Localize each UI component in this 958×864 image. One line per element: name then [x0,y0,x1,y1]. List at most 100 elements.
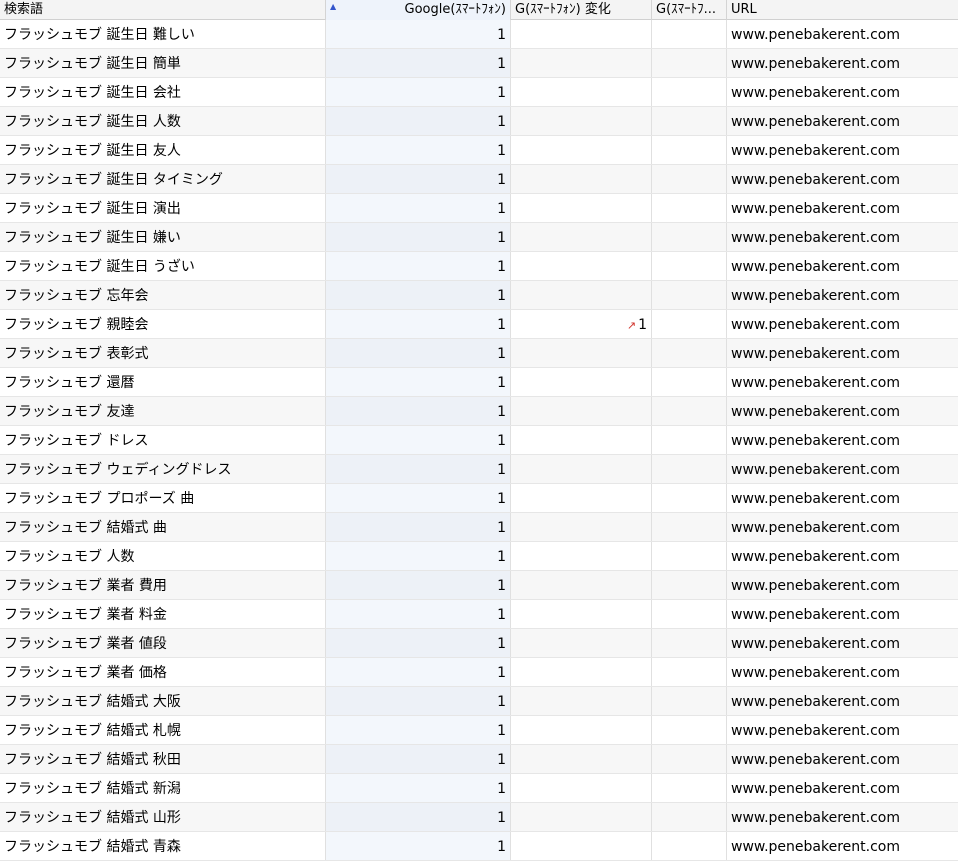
url-cell: www.penebakerent.com [731,114,900,130]
url-cell: www.penebakerent.com [731,433,900,449]
table-row[interactable]: フラッシュモブ 誕生日 難しい 1 www.penebakerent.com [0,20,958,49]
change-cell [511,281,652,309]
table-row[interactable]: フラッシュモブ 誕生日 簡単 1 www.penebakerent.com [0,49,958,78]
url-cell: www.penebakerent.com [731,201,900,217]
term-cell: フラッシュモブ 誕生日 うざい [0,252,326,280]
google-rank-cell: 1 [326,542,511,570]
term-cell: フラッシュモブ 結婚式 山形 [0,803,326,831]
previous-cell [652,571,727,599]
previous-cell [652,629,727,657]
previous-cell [652,165,727,193]
url-cell: www.penebakerent.com [731,462,900,478]
column-header-change[interactable]: G(ｽﾏｰﾄﾌｫﾝ) 変化 [511,0,652,20]
previous-cell [652,49,727,77]
url-cell: www.penebakerent.com [731,839,900,855]
previous-cell [652,368,727,396]
term-cell: フラッシュモブ 還暦 [0,368,326,396]
url-cell: www.penebakerent.com [731,520,900,536]
table-row[interactable]: フラッシュモブ 業者 価格 1 www.penebakerent.com [0,658,958,687]
google-rank-cell: 1 [326,774,511,802]
table-row[interactable]: フラッシュモブ 結婚式 大阪 1 www.penebakerent.com [0,687,958,716]
url-cell: www.penebakerent.com [731,810,900,826]
google-rank-cell: 1 [326,455,511,483]
google-rank-cell: 1 [326,194,511,222]
change-cell [511,252,652,280]
table-row[interactable]: フラッシュモブ 忘年会 1 www.penebakerent.com [0,281,958,310]
table-row[interactable]: フラッシュモブ 人数 1 www.penebakerent.com [0,542,958,571]
table-row[interactable]: フラッシュモブ 結婚式 札幌 1 www.penebakerent.com [0,716,958,745]
change-value: 1 [638,317,647,333]
url-cell: www.penebakerent.com [731,56,900,72]
previous-cell [652,426,727,454]
table-row[interactable]: フラッシュモブ 業者 費用 1 www.penebakerent.com [0,571,958,600]
table-row[interactable]: フラッシュモブ 結婚式 曲 1 www.penebakerent.com [0,513,958,542]
table-row[interactable]: フラッシュモブ 誕生日 会社 1 www.penebakerent.com [0,78,958,107]
term-cell: フラッシュモブ 誕生日 簡単 [0,49,326,77]
previous-cell [652,194,727,222]
table-row[interactable]: フラッシュモブ 結婚式 山形 1 www.penebakerent.com [0,803,958,832]
previous-cell [652,78,727,106]
change-cell [511,78,652,106]
google-rank-cell: 1 [326,484,511,512]
change-cell [511,20,652,48]
change-cell [511,716,652,744]
table-row[interactable]: フラッシュモブ 誕生日 タイミング 1 www.penebakerent.com [0,165,958,194]
previous-cell [652,687,727,715]
url-cell: www.penebakerent.com [731,259,900,275]
table-row[interactable]: フラッシュモブ 誕生日 友人 1 www.penebakerent.com [0,136,958,165]
previous-cell [652,455,727,483]
previous-cell [652,774,727,802]
url-cell: www.penebakerent.com [731,172,900,188]
change-cell [511,513,652,541]
google-rank-cell: 1 [326,658,511,686]
table-row[interactable]: フラッシュモブ 表彰式 1 www.penebakerent.com [0,339,958,368]
url-cell: www.penebakerent.com [731,375,900,391]
url-cell: www.penebakerent.com [731,694,900,710]
change-cell [511,803,652,831]
table-row[interactable]: フラッシュモブ ドレス 1 www.penebakerent.com [0,426,958,455]
table-row[interactable]: フラッシュモブ 誕生日 嫌い 1 www.penebakerent.com [0,223,958,252]
table-body: フラッシュモブ 誕生日 難しい 1 www.penebakerent.com フラッシ… [0,20,958,861]
change-cell [511,658,652,686]
column-header-previous[interactable]: G(ｽﾏｰﾄﾌ... [652,0,727,20]
google-rank-cell: 1 [326,600,511,628]
google-rank-cell: 1 [326,513,511,541]
table-row[interactable]: フラッシュモブ 業者 料金 1 www.penebakerent.com [0,600,958,629]
term-cell: フラッシュモブ 表彰式 [0,339,326,367]
previous-cell [652,339,727,367]
change-cell [511,165,652,193]
table-row[interactable]: フラッシュモブ 誕生日 人数 1 www.penebakerent.com [0,107,958,136]
google-rank-cell: 1 [326,803,511,831]
google-rank-cell: 1 [326,165,511,193]
table-row[interactable]: フラッシュモブ 結婚式 秋田 1 www.penebakerent.com [0,745,958,774]
google-rank-cell: 1 [326,832,511,860]
column-header-google-smartphone[interactable]: ▲ Google(ｽﾏｰﾄﾌｫﾝ) [326,0,511,20]
column-header-url[interactable]: URL [727,0,958,20]
table-row[interactable]: フラッシュモブ 還暦 1 www.penebakerent.com [0,368,958,397]
previous-cell [652,542,727,570]
previous-cell [652,136,727,164]
column-header-google-label: Google(ｽﾏｰﾄﾌｫﾝ) [404,2,507,17]
table-row[interactable]: フラッシュモブ ウェディングドレス 1 www.penebakerent.com [0,455,958,484]
column-header-term[interactable]: 検索語 [0,0,326,20]
table-row[interactable]: フラッシュモブ 誕生日 うざい 1 www.penebakerent.com [0,252,958,281]
previous-cell [652,397,727,425]
table-row[interactable]: フラッシュモブ プロポーズ 曲 1 www.penebakerent.com [0,484,958,513]
change-cell [511,687,652,715]
table-row[interactable]: フラッシュモブ 親睦会 1 ↗ 1 www.penebakerent.com [0,310,958,339]
table-row[interactable]: フラッシュモブ 友達 1 www.penebakerent.com [0,397,958,426]
previous-cell [652,658,727,686]
table-row[interactable]: フラッシュモブ 業者 値段 1 www.penebakerent.com [0,629,958,658]
table-row[interactable]: フラッシュモブ 結婚式 青森 1 www.penebakerent.com [0,832,958,861]
sort-ascending-icon: ▲ [330,2,337,11]
table-row[interactable]: フラッシュモブ 結婚式 新潟 1 www.penebakerent.com [0,774,958,803]
table-row[interactable]: フラッシュモブ 誕生日 演出 1 www.penebakerent.com [0,194,958,223]
google-rank-cell: 1 [326,281,511,309]
google-rank-cell: 1 [326,136,511,164]
term-cell: フラッシュモブ ドレス [0,426,326,454]
term-cell: フラッシュモブ プロポーズ 曲 [0,484,326,512]
url-cell: www.penebakerent.com [731,346,900,362]
google-rank-cell: 1 [326,426,511,454]
google-rank-cell: 1 [326,252,511,280]
term-cell: フラッシュモブ 業者 料金 [0,600,326,628]
